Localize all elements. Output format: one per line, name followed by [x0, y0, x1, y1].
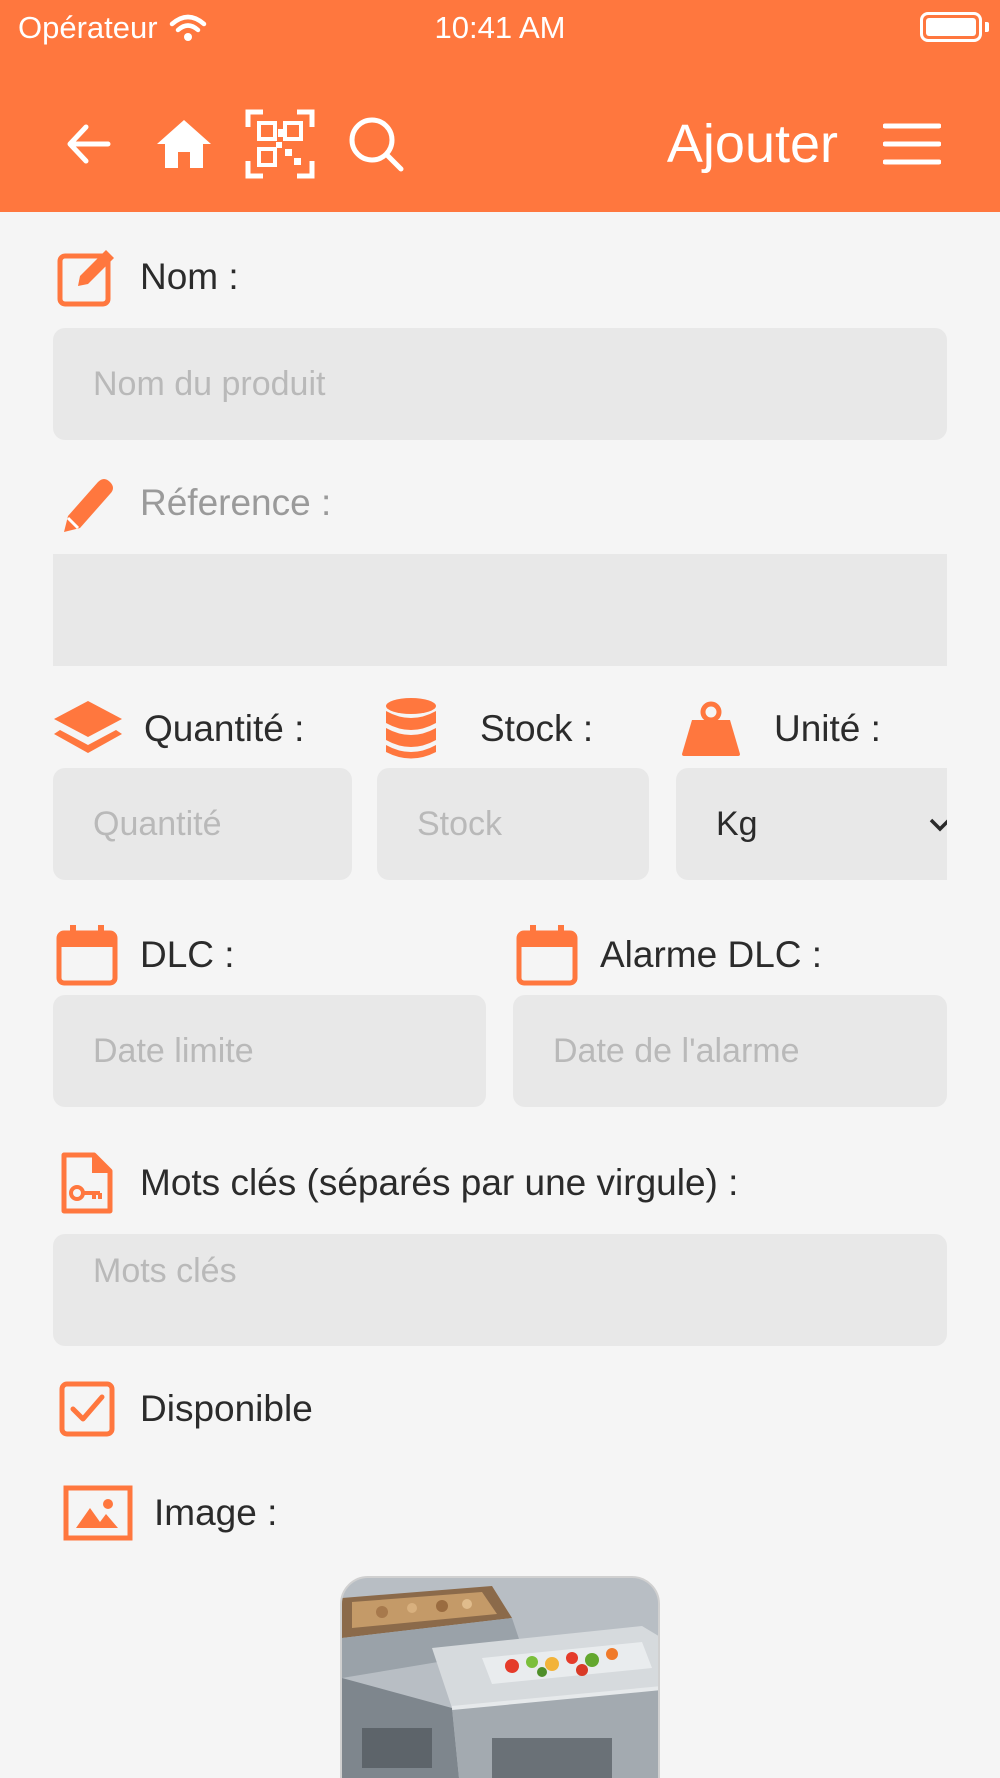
- database-icon: [378, 696, 444, 762]
- unite-label: Unité :: [774, 708, 881, 749]
- calendar-icon: [54, 922, 120, 988]
- battery-icon: [920, 12, 982, 42]
- layers-icon: [52, 696, 124, 762]
- food-trays-illustration: [342, 1578, 658, 1778]
- menu-button[interactable]: [876, 108, 948, 180]
- mots-cles-input[interactable]: Mots clés: [53, 1234, 947, 1346]
- calendar-alarm-icon: [514, 922, 580, 988]
- mots-cles-label: Mots clés (séparés par une virgule) :: [140, 1162, 739, 1203]
- nom-placeholder: Nom du produit: [93, 364, 326, 403]
- disponible-label: Disponible: [140, 1388, 313, 1429]
- stock-input[interactable]: Stock: [377, 768, 649, 880]
- status-time: 10:41 AM: [434, 10, 566, 45]
- edit-icon: [54, 244, 120, 310]
- chevron-down-icon: [929, 818, 947, 832]
- qr-code-icon: [245, 109, 315, 179]
- nom-input[interactable]: Nom du produit: [53, 328, 947, 440]
- product-image[interactable]: [340, 1576, 660, 1778]
- home-button[interactable]: [148, 108, 220, 180]
- alarme-dlc-placeholder: Date de l'alarme: [553, 1031, 800, 1070]
- unite-label-row: Unité :: [678, 696, 881, 762]
- alarme-dlc-label-row: Alarme DLC :: [514, 922, 822, 988]
- file-key-icon: [54, 1150, 120, 1216]
- image-label: Image :: [154, 1492, 278, 1533]
- quantite-input[interactable]: Quantité: [53, 768, 352, 880]
- arrow-left-icon: [67, 124, 111, 164]
- dlc-input[interactable]: Date limite: [53, 995, 486, 1107]
- reference-input[interactable]: [53, 554, 947, 666]
- checkbox-checked-icon: [54, 1376, 120, 1442]
- mots-cles-placeholder: Mots clés: [93, 1252, 237, 1290]
- search-icon: [349, 117, 404, 172]
- unite-select[interactable]: Kg: [676, 768, 947, 880]
- dlc-label-row: DLC :: [54, 922, 235, 988]
- stock-label: Stock :: [480, 708, 594, 749]
- disponible-checkbox[interactable]: Disponible: [54, 1376, 313, 1442]
- quantite-placeholder: Quantité: [93, 804, 222, 843]
- pencil-icon: [54, 470, 120, 536]
- home-icon: [157, 120, 211, 168]
- battery-tip: [985, 22, 989, 32]
- weight-icon: [678, 696, 744, 762]
- reference-label: Réference :: [140, 482, 332, 523]
- hamburger-menu-icon: [883, 123, 941, 165]
- scan-button[interactable]: [244, 108, 316, 180]
- alarme-dlc-input[interactable]: Date de l'alarme: [513, 995, 947, 1107]
- nom-label: Nom :: [140, 256, 239, 297]
- quantite-label-row: Quantité :: [52, 696, 304, 762]
- nom-label-row: Nom :: [54, 244, 239, 310]
- stock-label-row: Stock :: [378, 696, 593, 762]
- reference-label-row: Réference :: [54, 470, 331, 536]
- stock-placeholder: Stock: [417, 804, 503, 843]
- dlc-placeholder: Date limite: [93, 1031, 254, 1070]
- page-title: Ajouter: [666, 114, 838, 174]
- quantite-label: Quantité :: [144, 708, 305, 749]
- search-button[interactable]: [340, 108, 412, 180]
- mots-cles-label-row: Mots clés (séparés par une virgule) :: [54, 1150, 738, 1216]
- back-button[interactable]: [52, 108, 124, 180]
- image-label-row: Image :: [62, 1480, 277, 1546]
- unite-selected: Kg: [716, 804, 758, 843]
- dlc-label: DLC :: [140, 934, 235, 975]
- app-header: Opérateur 10:41 AM Ajouter: [0, 0, 1000, 212]
- image-icon: [62, 1480, 134, 1546]
- alarme-dlc-label: Alarme DLC :: [600, 934, 823, 975]
